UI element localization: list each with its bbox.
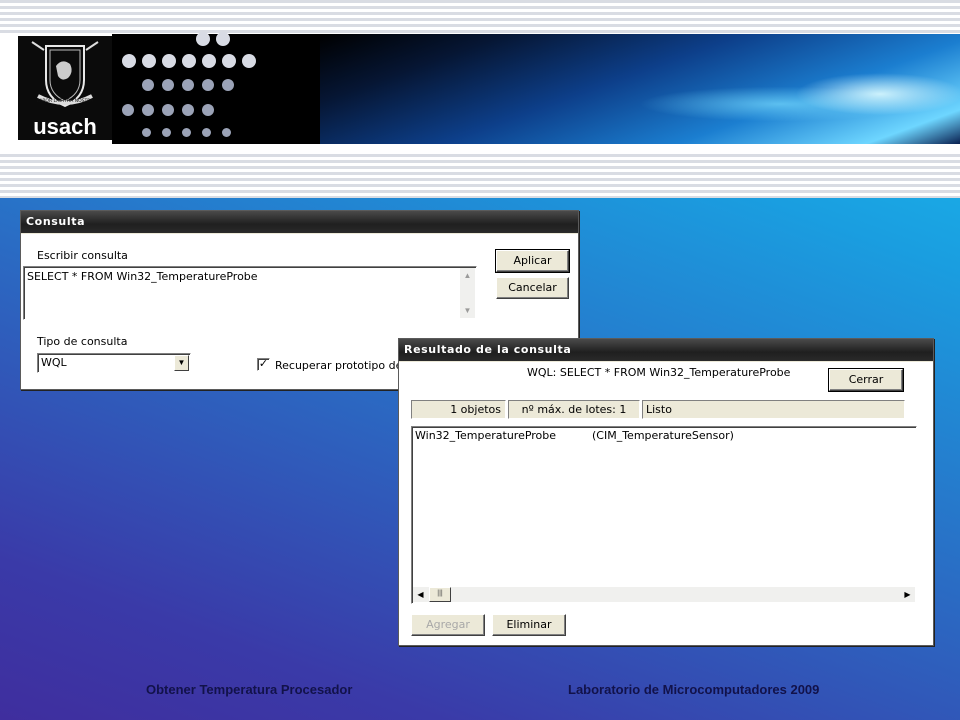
- close-button[interactable]: Cerrar: [828, 368, 904, 392]
- header-stripes-top: [0, 0, 960, 34]
- svg-text:LABOR LAETITIA NOSTRA: LABOR LAETITIA NOSTRA: [37, 98, 94, 104]
- query-type-value: WQL: [41, 356, 67, 369]
- logo-wordmark: usach: [33, 114, 97, 139]
- delete-button[interactable]: Eliminar: [492, 614, 566, 636]
- result-dialog: Resultado de la consulta WQL: SELECT * F…: [398, 338, 934, 646]
- apply-button[interactable]: Aplicar: [495, 249, 570, 273]
- status-max-batch: nº máx. de lotes: 1: [508, 400, 640, 419]
- query-type-label: Tipo de consulta: [37, 335, 128, 348]
- query-type-select[interactable]: WQL ▼: [37, 353, 191, 373]
- university-crest-icon: LABOR LAETITIA NOSTRA: [31, 41, 99, 108]
- query-dialog-title[interactable]: Consulta: [21, 211, 578, 233]
- result-class[interactable]: (CIM_TemperatureSensor): [592, 429, 734, 442]
- dot-pattern: [112, 32, 320, 144]
- header-divider: [0, 144, 960, 154]
- scroll-down-icon[interactable]: ▼: [460, 303, 475, 318]
- query-text: SELECT * FROM Win32_TemperatureProbe: [27, 270, 258, 283]
- query-vertical-scrollbar[interactable]: ▲ ▼: [460, 268, 475, 318]
- scroll-right-icon[interactable]: ▶: [900, 587, 915, 602]
- add-button[interactable]: Agregar: [411, 614, 485, 636]
- result-name[interactable]: Win32_TemperatureProbe: [415, 429, 556, 442]
- chevron-down-icon[interactable]: ▼: [174, 355, 189, 371]
- query-summary: WQL: SELECT * FROM Win32_TemperatureProb…: [527, 366, 791, 379]
- results-list[interactable]: Win32_TemperatureProbe (CIM_TemperatureS…: [411, 426, 917, 604]
- scroll-left-icon[interactable]: ◀: [413, 587, 428, 602]
- status-state: Listo: [642, 400, 905, 419]
- scroll-up-icon[interactable]: ▲: [460, 268, 475, 283]
- footer-right-text: Laboratorio de Microcomputadores 2009: [568, 682, 820, 697]
- retrieve-prototype-checkbox[interactable]: ✓: [257, 358, 270, 371]
- result-dialog-body: WQL: SELECT * FROM Win32_TemperatureProb…: [399, 362, 933, 645]
- usach-logo: LABOR LAETITIA NOSTRA usach: [18, 36, 112, 140]
- result-dialog-title[interactable]: Resultado de la consulta: [399, 339, 933, 361]
- cancel-button[interactable]: Cancelar: [496, 277, 569, 299]
- status-objects: 1 objetos: [411, 400, 506, 419]
- write-query-label: Escribir consulta: [37, 249, 128, 262]
- header-stripes-bottom: [0, 154, 960, 198]
- query-textarea[interactable]: SELECT * FROM Win32_TemperatureProbe ▲ ▼: [23, 266, 477, 320]
- results-horizontal-scrollbar[interactable]: ◀ ||| ▶: [413, 587, 915, 602]
- scroll-thumb[interactable]: |||: [429, 587, 451, 602]
- banner-image: [320, 34, 960, 144]
- footer-left-text: Obtener Temperatura Procesador: [146, 682, 353, 697]
